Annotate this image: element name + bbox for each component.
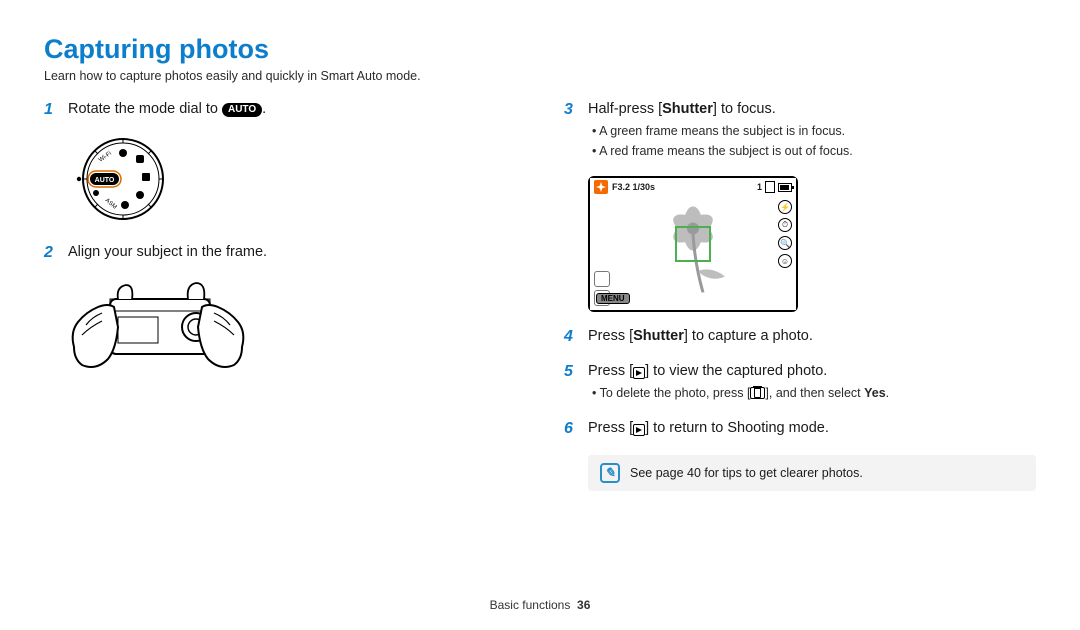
lcd-preview-figure: F3.2 1/30s 1 xyxy=(588,176,1036,312)
step2-instruction: Align your subject in the frame. xyxy=(68,242,516,262)
hands-camera-figure xyxy=(68,277,516,385)
step-number-1: 1 xyxy=(44,99,60,123)
note-icon: ✎ xyxy=(600,463,620,483)
step4-bold: Shutter xyxy=(633,328,684,344)
step5-instruction: Press [ ] to view the captured photo. xyxy=(588,361,1036,381)
step5-sub-post: . xyxy=(886,386,889,400)
lcd-shots-remaining: 1 xyxy=(757,182,762,192)
sd-card-icon xyxy=(765,181,775,193)
lcd-zoom-icon: 🔍 xyxy=(778,236,792,250)
lcd-timer-icon: ⏱ xyxy=(778,218,792,232)
step3-bullets: A green frame means the subject is in fo… xyxy=(592,123,1036,160)
step3-bullet-1: A green frame means the subject is in fo… xyxy=(592,123,1036,141)
step3-instruction: Half-press [Shutter] to focus. xyxy=(588,99,1036,119)
auto-mode-pill-icon: AUTO xyxy=(222,103,262,117)
step5-bullet-1: To delete the photo, press [ ], and then … xyxy=(592,385,1036,403)
playback-button-icon xyxy=(633,367,645,379)
step-number-2: 2 xyxy=(44,242,60,266)
step4-pre: Press [ xyxy=(588,328,633,344)
lcd-menu-chip: MENU xyxy=(596,293,630,304)
step3-bullet-2: A red frame means the subject is out of … xyxy=(592,143,1036,161)
step-number-5: 5 xyxy=(564,361,580,409)
step5-sub-pre: To delete the photo, press [ xyxy=(600,386,751,400)
battery-icon xyxy=(778,183,792,192)
playback-button-icon-2 xyxy=(633,424,645,436)
footer-section: Basic functions xyxy=(490,598,571,612)
hands-holding-camera-icon xyxy=(68,277,248,382)
page-subtitle: Learn how to capture photos easily and q… xyxy=(44,69,1036,83)
macro-flower-icon xyxy=(594,180,608,194)
step-number-6: 6 xyxy=(564,418,580,442)
mode-dial-icon: AUTO Wi-Fi ASM xyxy=(68,133,168,225)
step1-instruction: Rotate the mode dial to AUTO. xyxy=(68,99,516,119)
left-column: 1 Rotate the mode dial to AUTO. xyxy=(44,99,516,491)
step3-pre: Half-press [ xyxy=(588,101,662,117)
step3-bold: Shutter xyxy=(662,101,713,117)
tip-text: See page 40 for tips to get clearer phot… xyxy=(630,466,863,480)
step6-pre: Press [ xyxy=(588,420,633,436)
step5-bullets: To delete the photo, press [ ], and then … xyxy=(592,385,1036,403)
step6-instruction: Press [ ] to return to Shooting mode. xyxy=(588,418,1036,438)
right-column: 3 Half-press [Shutter] to focus. A green… xyxy=(564,99,1036,491)
step5-post: ] to view the captured photo. xyxy=(645,363,827,379)
step1-pre: Rotate the mode dial to xyxy=(68,101,222,117)
step5-sub-bold: Yes xyxy=(864,386,886,400)
dial-auto-label: AUTO xyxy=(95,177,115,184)
step-number-4: 4 xyxy=(564,326,580,350)
lcd-exposure: F3.2 1/30s xyxy=(612,182,655,192)
trash-button-icon xyxy=(750,387,765,399)
mode-dial-figure: AUTO Wi-Fi ASM xyxy=(68,133,516,228)
lcd-flash-icon: ⚡ xyxy=(778,200,792,214)
lcd-side-icon-1 xyxy=(594,271,610,287)
footer-page-number: 36 xyxy=(577,598,590,612)
step3-post: ] to focus. xyxy=(713,101,776,117)
lcd-face-icon: ☺ xyxy=(778,254,792,268)
tip-note-box: ✎ See page 40 for tips to get clearer ph… xyxy=(588,455,1036,491)
focus-frame-green xyxy=(675,226,711,262)
step4-instruction: Press [Shutter] to capture a photo. xyxy=(588,326,1036,346)
step5-sub-mid: ], and then select xyxy=(765,386,864,400)
step1-post: . xyxy=(262,101,266,117)
page-title: Capturing photos xyxy=(44,34,1036,65)
step6-post: ] to return to Shooting mode. xyxy=(645,420,829,436)
step-number-3: 3 xyxy=(564,99,580,166)
page-footer: Basic functions 36 xyxy=(0,598,1080,612)
step4-post: ] to capture a photo. xyxy=(684,328,813,344)
step5-pre: Press [ xyxy=(588,363,633,379)
